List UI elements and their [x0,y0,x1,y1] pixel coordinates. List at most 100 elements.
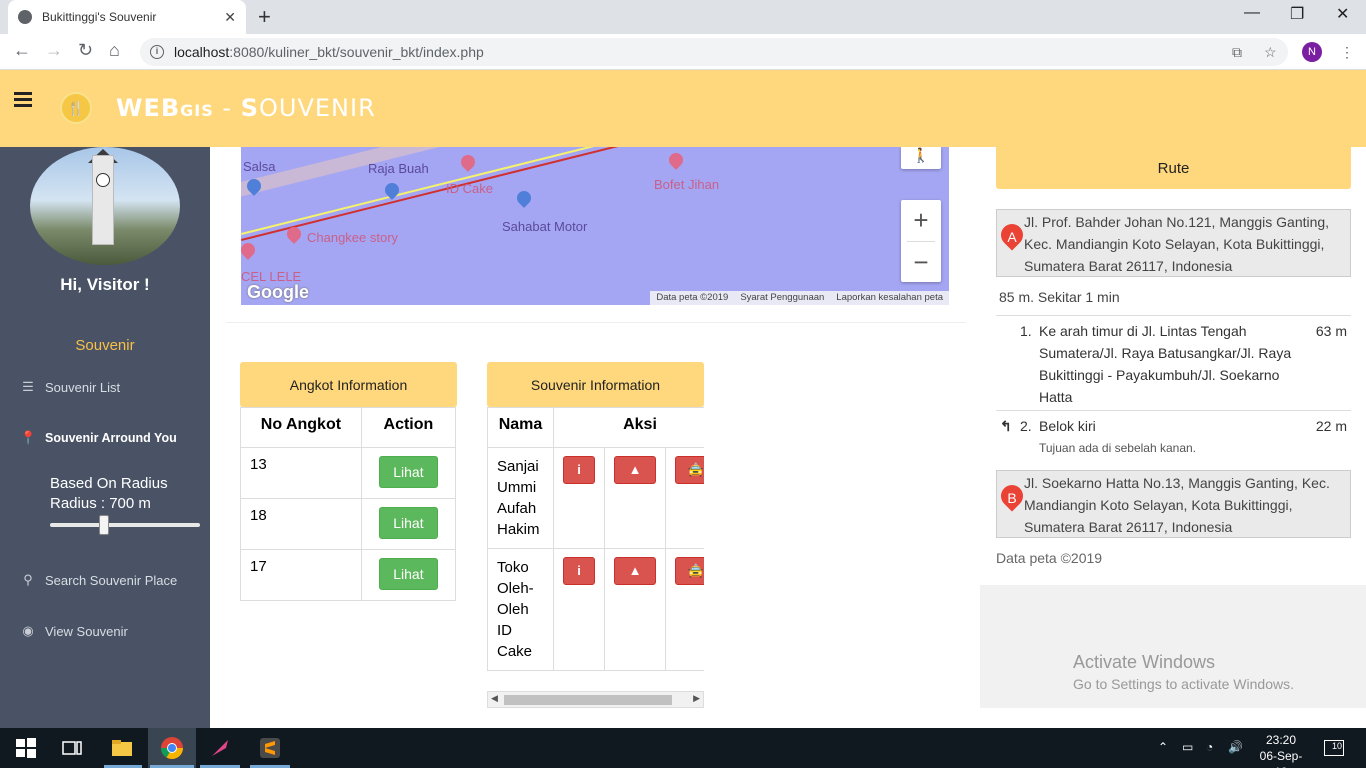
angkot-table: No Angkot Action 13 Lihat 18 Lihat 17 Li… [240,407,457,601]
souvenir-name: Sanjai Ummi Aufah Hakim [487,447,554,549]
windows-start-icon[interactable] [14,736,38,760]
notification-center-icon[interactable]: 10 [1324,740,1344,756]
file-explorer-icon[interactable] [110,736,134,760]
souvenir-information-header[interactable]: Souvenir Information [487,362,704,407]
map[interactable]: Salsa Raja Buah ID Cake Bofet Jihan Saha… [241,147,949,305]
map-footer: Data peta ©2019 Syarat Penggunaan Lapork… [650,291,949,305]
tab-close-icon[interactable]: ✕ [224,9,236,26]
main-content: Salsa Raja Buah ID Cake Bofet Jihan Saha… [210,147,980,708]
sidebar-item-view[interactable]: ◉ View Souvenir [20,623,128,639]
fork-knife-logo-icon: 🍴 [60,92,92,124]
clock-tower [92,155,114,245]
horizontal-scrollbar[interactable]: ◀ ▶ [487,691,704,708]
route-destination[interactable]: B Jl. Soekarno Hatta No.13, Manggis Gant… [996,470,1351,538]
radius-slider[interactable] [50,515,200,535]
chrome-icon[interactable] [160,736,184,760]
scroll-right-icon[interactable]: ▶ [693,693,700,704]
new-tab-icon[interactable]: + [258,4,271,30]
address-bar: ← → ↻ ⌂ i localhost:8080/kuliner_bkt/sou… [0,34,1366,70]
brand-s: S [240,94,259,122]
taxi-route-button[interactable]: 🚖 [675,456,704,484]
route-step[interactable]: 1. Ke arah timur di Jl. Lintas Tengah Su… [996,315,1351,410]
rute-button[interactable]: Rute [996,147,1351,189]
map-report-link[interactable]: Laporkan kesalahan peta [836,292,943,304]
pegman-icon[interactable]: 🚶 [901,147,941,169]
angkot-number: 18 [240,498,362,550]
list-icon: ☰ [22,379,34,394]
profile-avatar[interactable]: N [1302,42,1322,62]
window-close-icon[interactable]: ✕ [1336,4,1349,24]
bookmark-star-icon[interactable]: ☆ [1264,44,1277,61]
zoom-in-button[interactable]: + [901,200,941,241]
table-header: Nama [487,407,554,448]
map-label: Sahabat Motor [502,219,588,234]
sidebar-item-souvenir-around[interactable]: 📍 Souvenir Arround You [20,430,177,446]
sidebar-section-souvenir: Souvenir [75,337,135,354]
hamburger-menu-icon[interactable] [14,92,32,107]
volume-icon[interactable]: 🔊 [1228,740,1243,754]
map-pin-icon[interactable] [458,152,478,172]
search-icon: ⚲ [23,572,33,587]
brand-separator: - [213,94,241,122]
minimize-icon[interactable]: — [1244,4,1260,22]
map-label: Salsa [243,159,276,174]
scroll-left-icon[interactable]: ◀ [491,693,498,704]
info-button[interactable]: i [563,557,595,585]
info-icon[interactable]: i [150,45,164,59]
lihat-button[interactable]: Lihat [379,507,438,539]
map-label: ID Cake [446,181,493,196]
lihat-button[interactable]: Lihat [379,558,438,590]
activate-windows-watermark: Activate Windows Go to Settings to activ… [1073,652,1294,692]
table-header: Aksi [553,407,704,448]
home-icon[interactable]: ⌂ [109,40,120,61]
task-view-icon[interactable] [60,736,84,760]
route-summary: 85 m. Sekitar 1 min [999,289,1120,305]
info-button[interactable]: i [563,456,595,484]
sidebar-item-label: View Souvenir [45,623,128,639]
route-data-credit: Data peta ©2019 [996,550,1103,566]
lihat-button[interactable]: Lihat [379,456,438,488]
road-route-button[interactable]: ▲ [614,456,656,484]
zoom-out-button[interactable]: − [901,242,941,283]
road-route-button[interactable]: ▲ [614,557,656,585]
wifi-icon[interactable]: ◔ [1206,740,1213,754]
forward-icon[interactable]: → [45,40,63,61]
souvenir-table-scroll[interactable]: Nama Aksi Sanjai Ummi Aufah Hakim i ▲ 🚖 … [487,407,704,671]
brand-web: WEB [116,94,181,122]
url-input[interactable]: i localhost:8080/kuliner_bkt/souvenir_bk… [140,38,1288,66]
reload-icon[interactable]: ↻ [78,40,93,61]
map-pin-icon: 📍 [20,430,37,445]
sidebar-item-search[interactable]: ⚲ Search Souvenir Place [20,572,177,588]
sidebar-item-label: Souvenir List [45,379,121,395]
sublime-text-icon[interactable] [258,736,282,760]
sidebar-item-label: Search Souvenir Place [45,572,178,588]
radius-label: Radius : 700 m [50,495,151,512]
taxi-route-button[interactable]: 🚖 [675,557,704,585]
radius-slider-thumb[interactable] [99,515,109,535]
taskbar-clock[interactable]: 23:20 06-Sep-19 [1256,732,1306,780]
map-pin-icon[interactable] [241,240,258,260]
map-terms-link[interactable]: Syarat Penggunaan [740,292,824,304]
scrollbar-thumb[interactable] [504,695,672,705]
watermark-title: Activate Windows [1073,652,1216,672]
sidebar-item-souvenir-list[interactable]: ☰ Souvenir List [20,379,120,395]
map-pin-icon[interactable] [514,188,534,208]
route-step[interactable]: ↰ 2. Belok kiri Tujuan ada di sebelah ka… [996,410,1351,462]
restore-icon[interactable]: ❐ [1290,4,1304,24]
step-number: 1. [1020,323,1032,339]
route-origin[interactable]: A Jl. Prof. Bahder Johan No.121, Manggis… [996,209,1351,277]
angkot-information-header[interactable]: Angkot Information [240,362,457,407]
clock-time: 23:20 [1265,733,1297,747]
browser-tab[interactable]: Bukittinggi's Souvenir ✕ [8,0,246,34]
back-icon[interactable]: ← [13,40,31,61]
map-pin-icon[interactable] [666,150,686,170]
google-logo: Google [247,282,309,302]
translate-icon[interactable]: ⧉ [1232,44,1242,61]
avatar [30,147,180,265]
step-text: Ke arah timur di Jl. Lintas Tengah Sumat… [1039,323,1292,405]
menu-kebab-icon[interactable]: ⋮ [1340,44,1354,61]
feather-app-icon[interactable] [208,736,232,760]
table-row: Sanjai Ummi Aufah Hakim i ▲ 🚖 [487,447,704,549]
chevron-up-icon[interactable]: ⌃ [1158,740,1168,754]
battery-icon[interactable]: ▭ [1182,740,1193,754]
